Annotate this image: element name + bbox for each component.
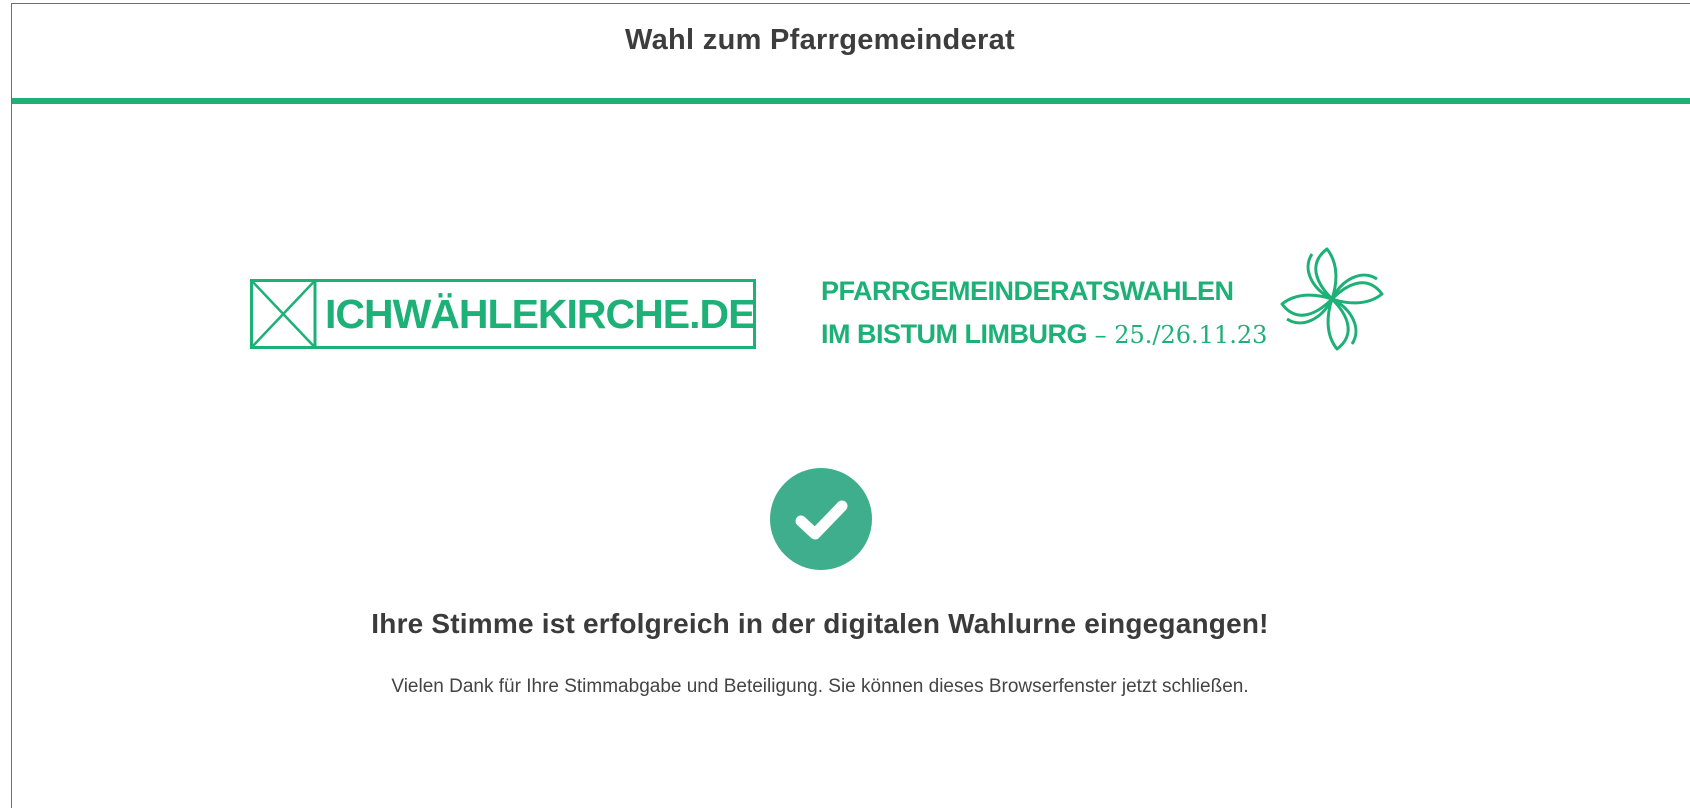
- success-heading: Ihre Stimme ist erfolgreich in der digit…: [371, 608, 1269, 639]
- page-header: Wahl zum Pfarrgemeinderat: [12, 4, 1690, 104]
- checkmark-icon: [795, 500, 848, 540]
- ichwaehlekirche-logo: ICHWÄHLEKIRCHE.DE: [250, 279, 756, 349]
- flower-emblem-icon: [1277, 244, 1387, 354]
- pgr-wahlen-logo-line1: PFARRGEMEINDERATSWAHLEN: [821, 276, 1234, 306]
- pgr-wahlen-logo-line2: IM BISTUM LIMBURG – 25./26.11.23: [821, 319, 1267, 350]
- pgr-wahlen-logo-date: – 25./26.11.23: [1086, 321, 1268, 349]
- page-frame: Wahl zum Pfarrgemeinderat ICHWÄHLEKIRCHE…: [11, 3, 1690, 808]
- ichwaehlekirche-logo-text: ICHWÄHLEKIRCHE.DE: [325, 291, 755, 337]
- success-message: Vielen Dank für Ihre Stimmabgabe und Bet…: [391, 676, 1249, 697]
- success-checkmark-icon: [770, 468, 872, 570]
- pgr-wahlen-logo-place: IM BISTUM LIMBURG: [821, 319, 1087, 349]
- page-title: Wahl zum Pfarrgemeinderat: [625, 24, 1015, 56]
